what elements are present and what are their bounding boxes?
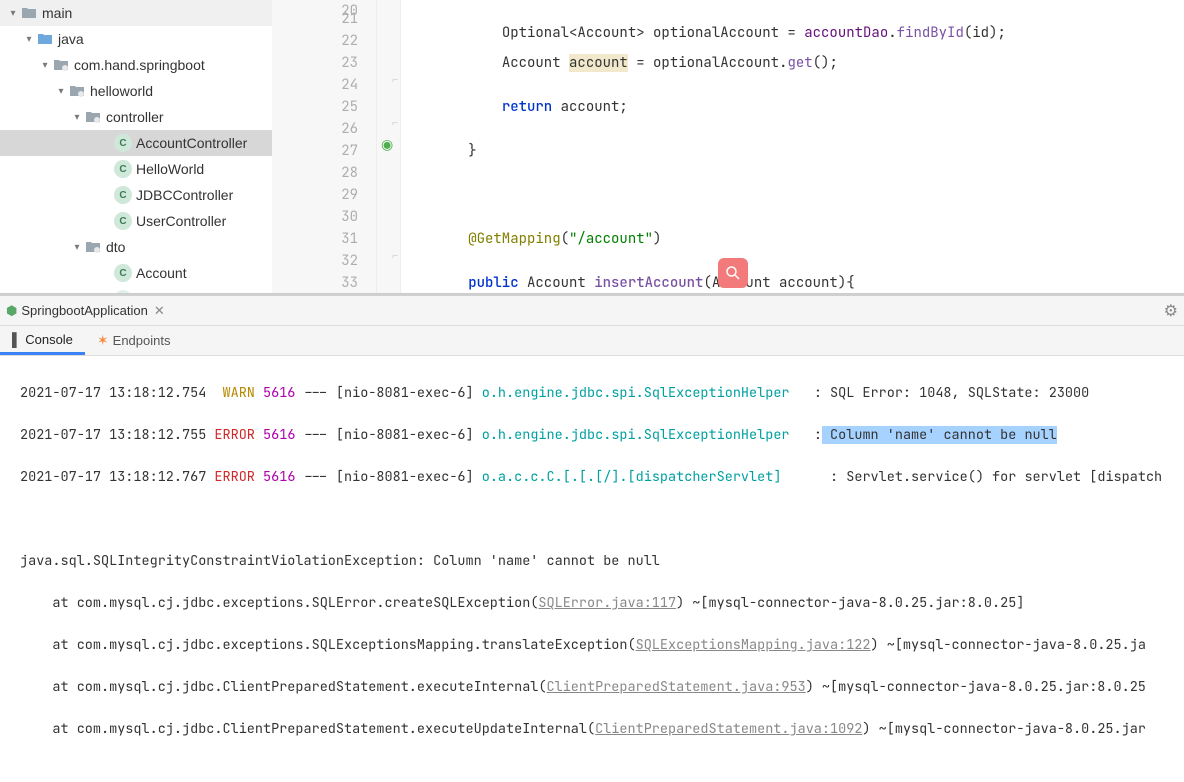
stack-link[interactable]: SQLExceptionsMapping.java:122 <box>636 636 871 654</box>
run-config-icon: ⬢ <box>6 303 17 319</box>
tree-item-jdbccontroller[interactable]: C JDBCController <box>0 182 272 208</box>
folder-icon <box>20 4 38 22</box>
tree-label: controller <box>106 109 164 125</box>
fold-end-icon[interactable]: ⌐ <box>392 245 398 267</box>
tree-item-controller[interactable]: ▾ controller <box>0 104 272 130</box>
stack-link[interactable]: ClientPreparedStatement.java:953 <box>547 678 806 696</box>
caret-icon: ▾ <box>70 242 84 253</box>
caret-icon: ▾ <box>22 34 36 45</box>
log-line: 2021-07-17 13:18:12.754 WARN 5616 --- [n… <box>20 383 1184 404</box>
tree-label: Role <box>136 291 165 293</box>
tree-item-helloworld[interactable]: ▾ helloworld <box>0 78 272 104</box>
line-gutter: 20 21 22 23 24 25 26 27 28 29 30 31 32 3… <box>272 0 377 293</box>
console-tab[interactable]: ▌ Console <box>0 326 85 355</box>
tree-label: UserController <box>136 213 226 229</box>
tree-label: helloworld <box>90 83 153 99</box>
fold-start-icon[interactable]: ⌐ <box>392 112 398 134</box>
tree-item-main[interactable]: ▾ main <box>0 0 272 26</box>
stack-line: at com.mysql.cj.jdbc.ClientPreparedState… <box>20 719 1184 740</box>
tree-label: dto <box>106 239 125 255</box>
run-config-name: SpringbootApplication <box>21 303 147 318</box>
class-icon: C <box>114 186 132 204</box>
tree-item-package[interactable]: ▾ com.hand.springboot <box>0 52 272 78</box>
close-tab-button[interactable]: ✕ <box>154 303 165 319</box>
console-icon: ▌ <box>12 332 21 347</box>
log-line: 2021-07-17 13:18:12.755 ERROR 5616 --- [… <box>20 425 1184 446</box>
search-button[interactable] <box>718 258 748 288</box>
tree-label: JDBCController <box>136 187 233 203</box>
tree-label: java <box>58 31 84 47</box>
class-icon: C <box>114 212 132 230</box>
caret-icon: ▾ <box>6 8 20 19</box>
run-tabs: ▌ Console ✶ Endpoints <box>0 326 1184 356</box>
tree-label: AccountController <box>136 135 247 151</box>
console-output[interactable]: 2021-07-17 13:18:12.754 WARN 5616 --- [n… <box>0 356 1184 782</box>
vcs-gutter: ◉ ⌐ ⌐ ⌐ <box>377 0 401 293</box>
stack-link[interactable]: SQLError.java:117 <box>538 594 676 612</box>
source-folder-icon <box>36 30 54 48</box>
package-icon <box>68 82 86 100</box>
log-line: 2021-07-17 13:18:12.767 ERROR 5616 --- [… <box>20 467 1184 488</box>
caret-icon: ▾ <box>70 112 84 123</box>
tree-label: Account <box>136 265 187 281</box>
fold-end-icon[interactable]: ⌐ <box>392 69 398 91</box>
tree-label: com.hand.springboot <box>74 57 205 73</box>
endpoints-tab[interactable]: ✶ Endpoints <box>85 326 183 355</box>
caret-icon: ▾ <box>38 60 52 71</box>
settings-gear-icon[interactable]: ⚙ <box>1164 301 1178 321</box>
caret-icon: ▾ <box>54 86 68 97</box>
class-icon: C <box>114 134 132 152</box>
stack-line: at com.mysql.cj.jdbc.ClientPreparedState… <box>20 677 1184 698</box>
class-icon: C <box>114 160 132 178</box>
package-icon <box>52 56 70 74</box>
package-icon <box>84 238 102 256</box>
endpoints-icon: ✶ <box>97 332 109 349</box>
class-icon: C <box>114 264 132 282</box>
log-line <box>20 509 1184 530</box>
tree-label: main <box>42 5 72 21</box>
class-icon: C <box>114 290 132 293</box>
project-tree[interactable]: ▾ main ▾ java ▾ com.hand.springboot ▾ he… <box>0 0 272 293</box>
run-tool-window: ⬢ SpringbootApplication ✕ ⚙ ▌ Console ✶ … <box>0 294 1184 782</box>
stack-link[interactable]: ClientPreparedStatement.java:1092 <box>595 720 862 738</box>
tab-label: Console <box>25 332 73 347</box>
tree-item-dto[interactable]: ▾ dto <box>0 234 272 260</box>
vcs-changed-icon: ◉ <box>381 134 393 156</box>
tree-item-java[interactable]: ▾ java <box>0 26 272 52</box>
code-area[interactable]: Optional<Account> optionalAccount = acco… <box>401 0 1184 293</box>
tree-item-account[interactable]: C Account <box>0 260 272 286</box>
tree-item-accountcontroller[interactable]: C AccountController <box>0 130 272 156</box>
run-header: ⬢ SpringbootApplication ✕ ⚙ <box>0 296 1184 326</box>
tree-item-helloworld-class[interactable]: C HelloWorld <box>0 156 272 182</box>
code-editor[interactable]: 20 21 22 23 24 25 26 27 28 29 30 31 32 3… <box>272 0 1184 293</box>
tree-label: HelloWorld <box>136 161 204 177</box>
stack-line: at com.mysql.cj.jdbc.exceptions.SQLExcep… <box>20 635 1184 656</box>
tab-label: Endpoints <box>113 333 171 348</box>
package-icon <box>84 108 102 126</box>
tree-item-role[interactable]: C Role <box>0 286 272 293</box>
search-icon <box>724 264 742 282</box>
stack-line: at com.mysql.cj.jdbc.exceptions.SQLError… <box>20 593 1184 614</box>
tree-item-usercontroller[interactable]: C UserController <box>0 208 272 234</box>
